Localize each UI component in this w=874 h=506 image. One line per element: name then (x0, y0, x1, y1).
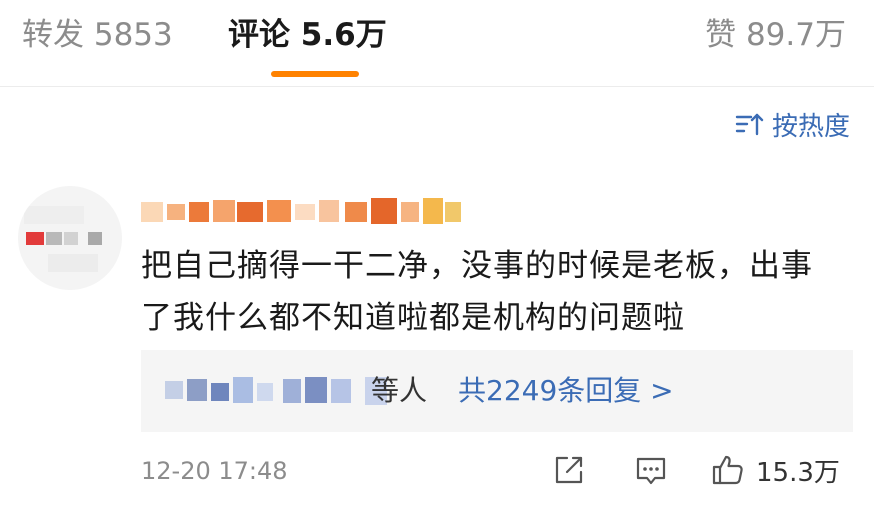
sort-icon (735, 113, 764, 136)
replier-avatars (165, 375, 395, 407)
tab-comments[interactable]: 评论 5.6万 (228, 14, 387, 56)
like-button[interactable]: 15.3万 (710, 450, 840, 490)
comment-text: 把自己摘得一干二净，没事的时候是老板，出事了我什么都不知道啦都是机构的问题啦 (141, 248, 813, 336)
like-count: 15.3万 (756, 457, 840, 488)
active-tab-indicator (271, 71, 359, 77)
thumbs-up-icon (712, 455, 743, 485)
tab-bar: 转发 5853 评论 5.6万 赞 89.7万 (0, 0, 874, 86)
share-icon (555, 456, 583, 484)
divider (0, 86, 874, 87)
comment-icon (636, 457, 666, 485)
view-replies-link[interactable]: 共2249条回复 > (458, 370, 674, 412)
sort-label: 按热度 (771, 111, 850, 142)
avatar[interactable] (18, 186, 122, 290)
username[interactable] (141, 196, 463, 228)
replies-suffix: 等人 (371, 374, 428, 407)
tab-repost[interactable]: 转发 5853 (22, 14, 173, 56)
sort-by-hot-button[interactable]: 按热度 (734, 104, 850, 144)
replies-box[interactable]: 等人 共2249条回复 > (141, 350, 853, 432)
share-button[interactable] (551, 450, 587, 490)
tab-likes[interactable]: 赞 89.7万 (705, 14, 846, 56)
comment-button[interactable] (633, 450, 669, 490)
comment-timestamp: 12-20 17:48 (141, 457, 288, 485)
